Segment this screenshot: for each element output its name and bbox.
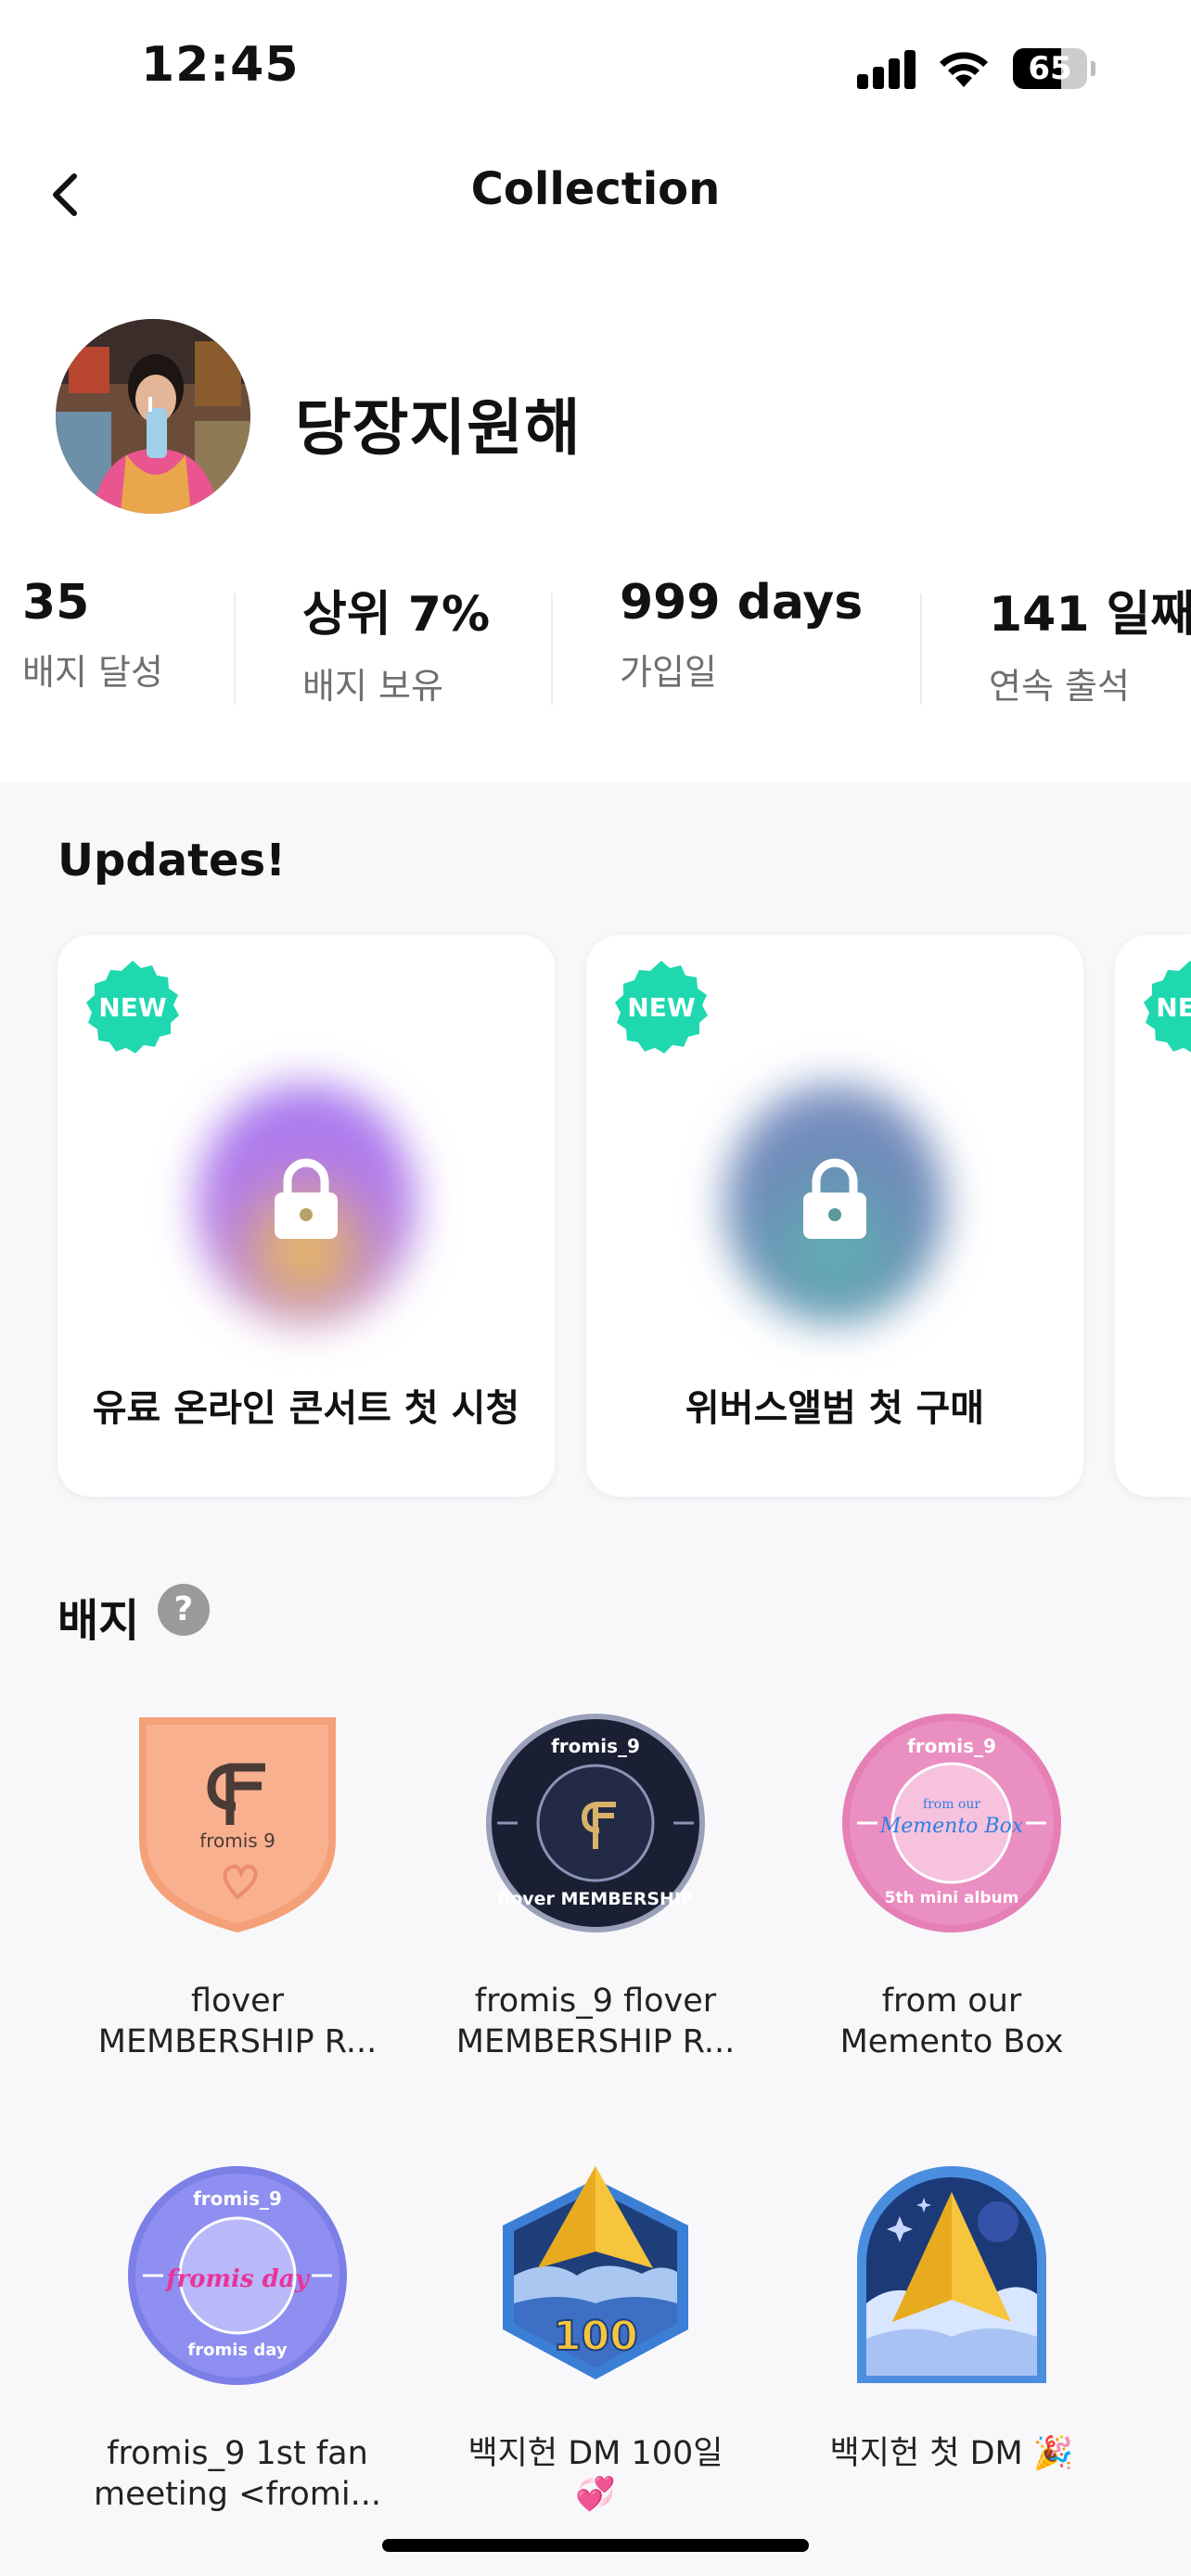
help-icon[interactable]: ? [158,1584,210,1636]
divider [234,593,236,705]
status-time: 12:45 [141,37,300,93]
brand-text: fromis_9 [551,1735,640,1757]
stat-label: 배지 달성 [22,652,163,693]
stat-value: 35 [22,575,90,631]
fromis-logo-text: fromis 9 [199,1830,275,1852]
stat-value: 999 days [620,575,864,631]
badge-label: 백지헌 DM 100일 💞 [467,2435,724,2513]
fan-day-text: fromis day [187,2340,287,2360]
cellular-signal-icon [857,48,916,89]
new-badge-label: NEW [1156,992,1191,1023]
profile-username: 당장지원해 [295,392,582,464]
badge-label: from our Memento Box [839,1983,1064,2060]
wifi-icon [940,52,988,87]
update-card-label: 위버스앨범 첫 구매 [685,1387,985,1430]
stat-value: 상위 7% [302,587,491,643]
page-title: Collection [470,163,721,215]
mini-album-text: 5th mini album [885,1889,1019,1907]
fan-day-script-text: fromis day [164,2265,310,2293]
stat-join-days: 999 days 가입일 [620,575,863,695]
divider [551,593,553,705]
brand-text: fromis_9 [193,2187,282,2210]
status-bar: 12:45 65 [0,0,1191,139]
paper-plane-100-badge-icon: 100 [503,2166,688,2379]
stat-value: 141 일째 [989,587,1191,643]
new-badge-label: NEW [98,992,167,1023]
lock-icon [275,1158,338,1239]
badges-title: 배지 [58,1595,140,1647]
navigation-header: Collection [0,139,1191,250]
badge-label: fromis_9 flover MEMBERSHIP R... [455,1983,736,2060]
membership-text: flover MEMBERSHIP [497,1889,694,1909]
stat-label: 배지 보유 [302,666,443,707]
first-dm-badge-icon [857,2166,1046,2383]
battery-percent: 65 [1028,50,1072,87]
update-card[interactable]: NEW 유료 온라인 콘서트 첫 시청 [58,935,555,1497]
badge-label: fromis_9 1st fan meeting <fromi... [93,2435,381,2513]
memento-box-badge-icon: fromis_9 from our Memento Box 5th mini a… [842,1714,1061,1932]
new-badge-label: NEW [627,992,696,1023]
stat-badge-rank: 상위 7% 배지 보유 [302,575,490,708]
stat-attendance-streak: 141 일째 연속 출석 [989,575,1191,708]
divider [920,593,922,705]
home-indicator[interactable] [382,2539,809,2552]
stat-label: 가입일 [620,652,717,693]
brand-text: fromis_9 [907,1735,996,1757]
stat-badges-achieved: 35 배지 달성 [22,575,163,695]
update-card-label: 유료 온라인 콘서트 첫 시청 [92,1387,520,1430]
update-card[interactable]: NEW 위버스앨범 첫 구매 [586,935,1083,1497]
update-card[interactable]: NEW [1115,935,1191,1497]
updates-title: Updates! [58,835,287,886]
dm-count-text: 100 [553,2313,638,2360]
avatar[interactable] [56,319,250,514]
memento-text: Memento Box [879,1815,1024,1838]
stat-label: 연속 출석 [989,666,1130,707]
fan-meeting-badge-icon: fromis_9 fromis day fromis day [128,2166,347,2385]
memento-top-text: from our [923,1797,980,1812]
battery-icon: 65 [1013,48,1095,89]
badge-label: flover MEMBERSHIP R... [97,1983,378,2060]
profile-stats: 35 배지 달성 상위 7% 배지 보유 999 days 가입일 141 일째… [0,575,1191,714]
flover-shield-badge-icon: fromis 9 [139,1717,336,1932]
membership-badge-icon: fromis_9 flover MEMBERSHIP [486,1714,705,1932]
badge-label: 백지헌 첫 DM 🎉 [829,2435,1074,2472]
lock-icon [803,1158,866,1239]
